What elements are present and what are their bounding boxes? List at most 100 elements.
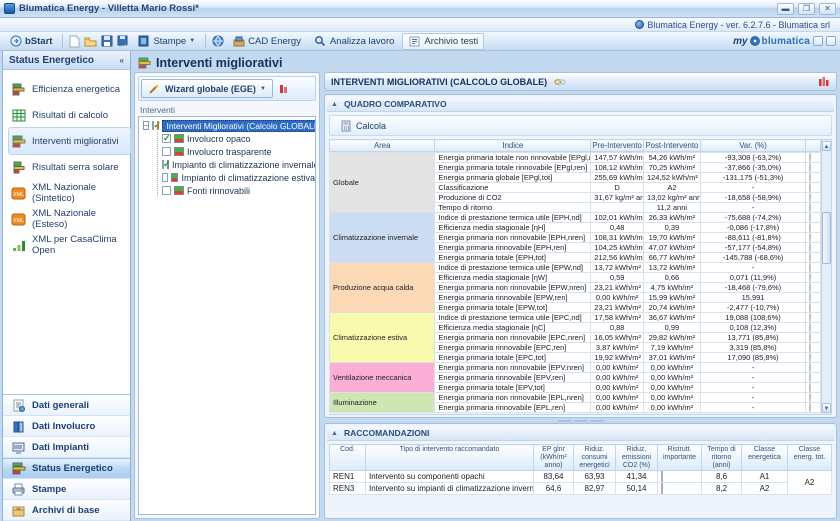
bstart-button[interactable]: bStart bbox=[4, 34, 57, 49]
column-header-tipo-di-intervento-raccomandato[interactable]: Tipo di intervento raccomandato bbox=[366, 445, 534, 471]
vertical-scrollbar[interactable]: ▲ ▼ bbox=[821, 139, 832, 415]
post-intervento-cell: 13,02 kg/m² anno bbox=[643, 193, 700, 203]
tree-item-involucro-opaco[interactable]: Involucro opaco bbox=[162, 132, 315, 145]
archivio-testi-button[interactable]: Archivio testi bbox=[402, 33, 484, 50]
pre-intervento-cell: 0,00 kWh/m² bbox=[591, 393, 644, 403]
nav-item-stampe[interactable]: Stampe bbox=[3, 479, 130, 500]
collapse-sidebar-icon[interactable]: « bbox=[120, 56, 124, 65]
minimize-button[interactable]: ▬ bbox=[777, 3, 794, 15]
tree-item-impianto-di-climatizzazione-estiva[interactable]: Impianto di climatizzazione estiva bbox=[162, 171, 315, 184]
post-intervento-cell: 0,99 bbox=[643, 323, 700, 333]
column-header-classe-energetica[interactable]: Classe energetica bbox=[742, 445, 788, 471]
tree-item-checkbox[interactable] bbox=[162, 160, 164, 169]
tree-item-checkbox[interactable] bbox=[162, 147, 171, 156]
quadro-section-header[interactable]: ▲ QUADRO COMPARATIVO bbox=[327, 97, 834, 112]
sidebar-item-risultati-di-calcolo[interactable]: Risultati di calcolo bbox=[9, 102, 130, 128]
tree-item-checkbox[interactable] bbox=[162, 186, 171, 195]
collapse-section-icon[interactable]: ▲ bbox=[331, 430, 338, 437]
sidebar-header[interactable]: Status Energetico « bbox=[3, 51, 130, 70]
analizza-lavoro-button[interactable]: Analizza lavoro bbox=[309, 34, 399, 49]
column-header-pre-intervento[interactable]: Pre-Intervento bbox=[591, 140, 644, 152]
wizard-dropdown-arrow: ▼ bbox=[260, 86, 266, 92]
column-header-riduz-emissioni-co2[interactable]: Riduz. emissioni CO2 (%) bbox=[616, 445, 658, 471]
sidebar-item-xml-nazionale-sintetico[interactable]: XMLXML Nazionale (Sintetico) bbox=[9, 180, 130, 206]
variazione-cell: -131,175 (-51,3%) bbox=[700, 173, 805, 183]
red-chart-icon[interactable] bbox=[277, 82, 290, 95]
tree-item-checkbox[interactable] bbox=[162, 134, 171, 143]
sidebar-items: Efficienza energeticaRisultati di calcol… bbox=[3, 70, 130, 394]
classe-energetica-cell: A2 bbox=[742, 483, 788, 495]
raccomandazioni-section-header[interactable]: ▲ RACCOMANDAZIONI bbox=[327, 426, 834, 441]
nav-item-status-energetico[interactable]: Status Energetico bbox=[3, 458, 130, 479]
variazione-cell: -93,308 (-63,2%) bbox=[700, 153, 805, 163]
ep-cell: 64,6 bbox=[534, 483, 574, 495]
nav-item-dati-generali[interactable]: Dati generali bbox=[3, 395, 130, 416]
status-green-icon bbox=[809, 283, 811, 293]
nav-item-label: Dati Impianti bbox=[32, 442, 89, 453]
wizard-globale-button[interactable]: Wizard globale (EGE) ▼ bbox=[141, 79, 273, 98]
ristrutt-checkbox[interactable] bbox=[661, 483, 663, 494]
news-icon[interactable] bbox=[826, 36, 836, 46]
nav-item-archivi-di-base[interactable]: Archivi di base bbox=[3, 500, 130, 521]
new-document-icon[interactable] bbox=[68, 35, 81, 48]
scroll-up-icon[interactable]: ▲ bbox=[822, 141, 831, 151]
maximize-button[interactable]: ❐ bbox=[798, 3, 815, 15]
stampe-button[interactable]: Stampe ▼ bbox=[132, 34, 200, 49]
indice-cell: Energia primaria rinnovabile [EPV,ren] bbox=[435, 373, 591, 383]
nav-item-dati-involucro[interactable]: Dati Involucro bbox=[3, 416, 130, 437]
column-header-area[interactable]: Area bbox=[330, 140, 435, 152]
sidebar-item-xml-per-casaclima-open[interactable]: XML per CasaClima Open bbox=[9, 232, 130, 258]
column-header-classe-energ-tot[interactable]: Classe energ. tot. bbox=[788, 445, 832, 471]
nav-item-dati-impianti[interactable]: Dati Impianti bbox=[3, 437, 130, 458]
save-all-icon[interactable] bbox=[116, 35, 129, 48]
close-button[interactable]: ✕ bbox=[819, 3, 836, 15]
indice-cell: Energia primaria non rinnovabile [EPL,nr… bbox=[435, 393, 591, 403]
calcola-button[interactable]: Calcola bbox=[333, 118, 392, 133]
pre-intervento-cell: 19,92 kWh/m² bbox=[591, 353, 644, 363]
column-header-cod[interactable]: Cod. bbox=[330, 445, 366, 471]
sidebar-item-efficienza-energetica[interactable]: Efficienza energetica bbox=[9, 76, 130, 102]
column-header-tempo-di-ritorno-anni[interactable]: Tempo di ritorno (anni) bbox=[702, 445, 742, 471]
title-bar: Blumatica Energy - Villetta Mario Rossi*… bbox=[0, 0, 840, 18]
tree-children: Involucro opacoInvolucro trasparenteImpi… bbox=[157, 132, 315, 197]
report-chart-icon[interactable] bbox=[817, 75, 830, 88]
svg-text:XML: XML bbox=[13, 192, 24, 198]
column-header-var[interactable]: Var. (%) bbox=[700, 140, 805, 152]
area-cell-climatizzazione-estiva: Climatizzazione estiva bbox=[330, 313, 435, 363]
column-header-ep-glnr-kwh-m-anno[interactable]: EP glnr (kWh/m² anno) bbox=[534, 445, 574, 471]
sidebar-item-risultati-serra-solare[interactable]: Risultati serra solare bbox=[9, 154, 130, 180]
column-header-ristrutt-importante[interactable]: Ristrutt. importante bbox=[658, 445, 702, 471]
pre-intervento-cell: 3,87 kWh/m² bbox=[591, 343, 644, 353]
tree-item-fonti-rinnovabili[interactable]: Fonti rinnovabili bbox=[162, 184, 315, 197]
open-folder-icon[interactable] bbox=[84, 35, 97, 48]
tree-root-checkbox[interactable] bbox=[152, 121, 154, 130]
indice-cell: Energia primaria totale [EPW,tot] bbox=[435, 303, 591, 313]
quadro-table-body: GlobaleEnergia primaria totale non rinno… bbox=[329, 152, 821, 415]
collapse-section-icon[interactable]: ▲ bbox=[331, 101, 338, 108]
save-icon[interactable] bbox=[100, 35, 113, 48]
variazione-cell: -37,866 (-35,0%) bbox=[700, 163, 805, 173]
racc-row: REN3Intervento su impianti di climatizza… bbox=[330, 483, 832, 495]
scrollbar-thumb[interactable] bbox=[822, 212, 831, 264]
energy-status-icon bbox=[11, 461, 26, 476]
status-cell bbox=[806, 333, 821, 343]
status-yellow-icon bbox=[809, 263, 811, 273]
cad-energy-button[interactable]: CAD Energy bbox=[227, 34, 306, 49]
sidebar-item-xml-nazionale-esteso[interactable]: XMLXML Nazionale (Esteso) bbox=[9, 206, 130, 232]
tree-item-checkbox[interactable] bbox=[162, 173, 168, 182]
tree-collapse-icon[interactable]: – bbox=[143, 121, 149, 130]
scroll-down-icon[interactable]: ▼ bbox=[822, 403, 831, 413]
tree-item-impianto-di-climatizzazione-invernale-e-acs[interactable]: Impianto di climatizzazione invernale e … bbox=[162, 158, 315, 171]
indice-cell: Energia primaria totale rinnovabile [EPg… bbox=[435, 163, 591, 173]
link-icon[interactable] bbox=[553, 75, 566, 88]
account-icon[interactable] bbox=[813, 36, 823, 46]
tree-item-involucro-trasparente[interactable]: Involucro trasparente bbox=[162, 145, 315, 158]
sidebar-item-interventi-migliorativi[interactable]: Interventi migliorativi bbox=[9, 128, 130, 154]
tree-root-item[interactable]: – Interventi Migliorativi (Calcolo GLOBA… bbox=[143, 119, 315, 132]
column-header-indice[interactable]: Indice bbox=[435, 140, 591, 152]
column-header-post-intervento[interactable]: Post-Intervento bbox=[643, 140, 700, 152]
nav-item-label: Stampe bbox=[32, 484, 66, 495]
ristrutt-checkbox[interactable] bbox=[661, 471, 663, 482]
column-header-riduz-consumi-energetici[interactable]: Riduz. consumi energetici bbox=[574, 445, 616, 471]
globe-icon[interactable] bbox=[211, 35, 224, 48]
